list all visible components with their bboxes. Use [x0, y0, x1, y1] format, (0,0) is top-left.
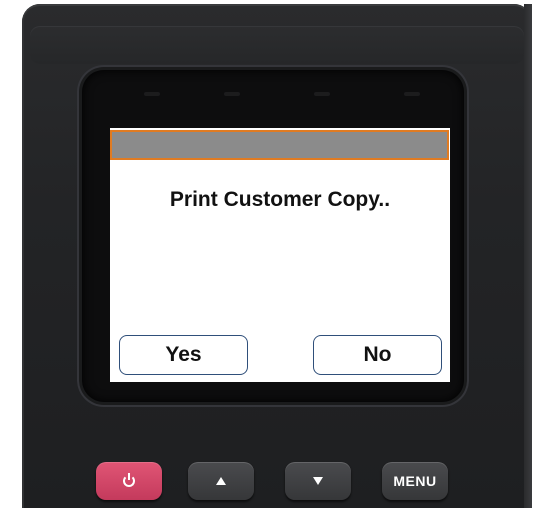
down-button[interactable] [285, 462, 351, 500]
bezel-indicator [404, 92, 420, 96]
dialog-title-bar [110, 130, 449, 160]
dialog-message: Print Customer Copy.. [169, 188, 391, 211]
yes-button[interactable]: Yes [119, 335, 248, 375]
terminal-top-panel [30, 26, 524, 64]
arrow-up-icon [216, 477, 226, 485]
bezel-indicator [144, 92, 160, 96]
menu-button-label: MENU [393, 473, 437, 489]
bezel-indicator [224, 92, 240, 96]
power-button[interactable] [96, 462, 162, 500]
menu-button[interactable]: MENU [382, 462, 448, 500]
arrow-down-icon [313, 477, 323, 485]
up-button[interactable] [188, 462, 254, 500]
terminal-display: Print Customer Copy.. Yes No [110, 128, 450, 382]
bezel-indicator [314, 92, 330, 96]
power-icon [123, 473, 135, 487]
no-button[interactable]: No [313, 335, 442, 375]
terminal-side-edge [524, 4, 532, 508]
